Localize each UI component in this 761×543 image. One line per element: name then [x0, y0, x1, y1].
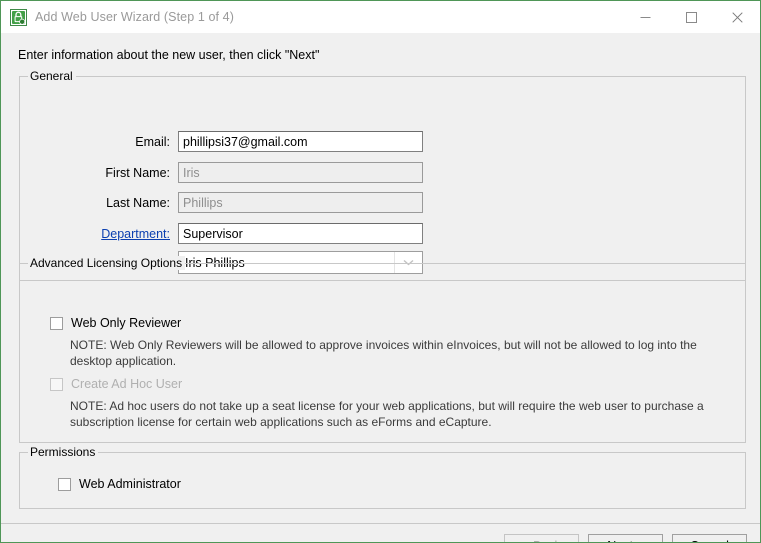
group-permissions-legend: Permissions [28, 445, 99, 459]
field-row-department: Department: [30, 223, 423, 244]
maximize-icon [685, 11, 697, 23]
last-name-input [178, 192, 423, 213]
field-row-last-name: Last Name: [30, 192, 423, 213]
note-create-ad-hoc-user: NOTE: Ad hoc users do not take up a seat… [70, 399, 704, 429]
checkbox-icon-web-administrator[interactable] [58, 477, 71, 491]
checkbox-label-web-only-reviewer: Web Only Reviewer [71, 316, 182, 330]
client-area: Enter information about the new user, th… [1, 33, 760, 542]
checkbox-web-only-reviewer[interactable]: Web Only Reviewer [50, 316, 181, 330]
group-general: General Email: First Name: Last Name: De… [19, 69, 746, 281]
wizard-button-bar: < Back Next > Cancel [504, 534, 747, 542]
label-first-name: First Name: [105, 165, 170, 180]
first-name-input [178, 162, 423, 183]
checkbox-icon-create-ad-hoc-user [50, 377, 63, 391]
checkbox-web-administrator[interactable]: Web Administrator [58, 477, 181, 491]
field-row-email: Email: [30, 131, 423, 152]
department-link[interactable]: Department: [30, 227, 178, 241]
window-controls [622, 1, 760, 33]
checkbox-label-web-administrator: Web Administrator [79, 477, 181, 491]
note-web-only-reviewer: NOTE: Web Only Reviewers will be allowed… [70, 338, 697, 368]
close-icon [731, 11, 743, 23]
close-button[interactable] [714, 1, 760, 33]
department-input[interactable] [178, 223, 423, 244]
email-input[interactable] [178, 131, 423, 152]
back-button[interactable]: < Back [504, 534, 579, 542]
checkbox-label-create-ad-hoc-user: Create Ad Hoc User [71, 377, 183, 391]
window-title: Add Web User Wizard (Step 1 of 4) [35, 10, 234, 24]
maximize-button[interactable] [668, 1, 714, 33]
web-user-lock-icon [10, 8, 27, 26]
group-permissions: Permissions Web Administrator [19, 445, 746, 509]
checkbox-icon-web-only-reviewer[interactable] [50, 316, 63, 330]
label-email: Email: [135, 134, 170, 149]
instruction-text: Enter information about the new user, th… [18, 48, 320, 62]
group-general-legend: General [28, 69, 76, 83]
cancel-button[interactable]: Cancel [672, 534, 747, 542]
group-licensing-legend: Advanced Licensing Options [28, 256, 186, 270]
field-row-first-name: First Name: [30, 162, 423, 183]
label-last-name: Last Name: [106, 195, 170, 210]
group-advanced-licensing-options: Advanced Licensing Options Web Only Revi… [19, 256, 746, 443]
minimize-button[interactable] [622, 1, 668, 33]
checkbox-create-ad-hoc-user: Create Ad Hoc User [50, 377, 182, 391]
minimize-icon [640, 16, 650, 18]
add-web-user-wizard-window: Add Web User Wizard (Step 1 of 4) Enter … [0, 0, 761, 543]
title-bar: Add Web User Wizard (Step 1 of 4) [1, 1, 760, 33]
footer-bar: < Back Next > Cancel [1, 524, 760, 542]
next-button[interactable]: Next > [588, 534, 663, 542]
